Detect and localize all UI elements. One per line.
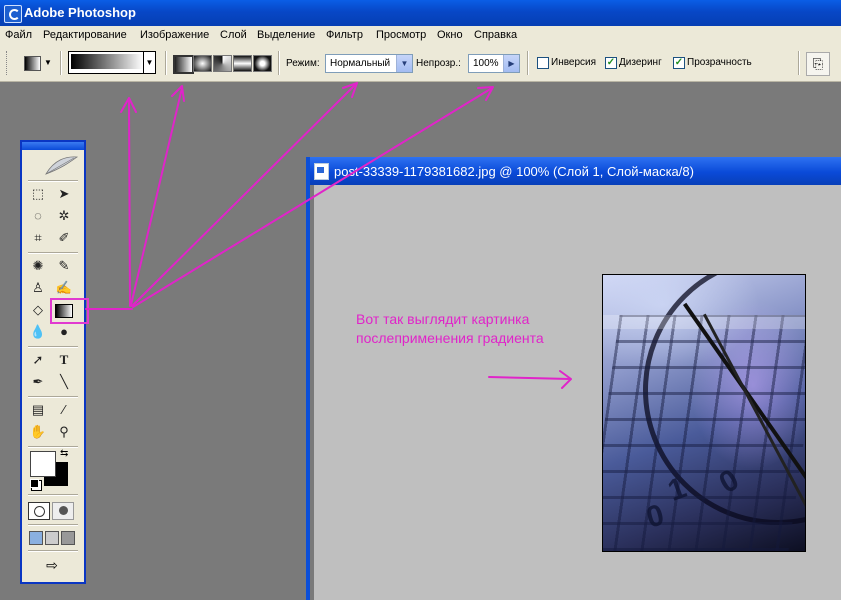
chevron-down-icon[interactable]: ▼ <box>396 55 412 72</box>
linear-gradient-button[interactable] <box>173 55 194 74</box>
document-title: post-33339-1179381682.jpg @ 100% (Слой 1… <box>334 164 694 179</box>
history-brush-tool-icon[interactable]: ✍ <box>54 278 74 298</box>
full-screen-menu-mode-icon[interactable] <box>45 531 59 545</box>
separator <box>60 51 61 75</box>
magic-wand-tool-icon[interactable]: ✲ <box>54 206 74 226</box>
type-tool-icon[interactable]: T <box>54 350 74 370</box>
opacity-label: Непрозр.: <box>416 58 461 69</box>
menu-filter[interactable]: Фильтр <box>326 29 363 41</box>
app-title: Adobe Photoshop <box>24 5 136 20</box>
zoom-tool-icon[interactable]: ⚲ <box>54 422 74 442</box>
separator <box>28 446 78 447</box>
notes-tool-icon[interactable]: ▤ <box>28 400 48 420</box>
menu-select[interactable]: Выделение <box>257 29 315 41</box>
default-colors-icon[interactable] <box>30 479 39 488</box>
jump-to-imageready-icon[interactable]: ⇨ <box>30 556 74 574</box>
opacity-field[interactable]: 100% ▶ <box>468 54 520 73</box>
document-icon <box>314 163 329 180</box>
separator <box>798 51 799 75</box>
eyedropper-tool-icon[interactable]: ⁄ <box>54 400 74 420</box>
crop-tool-icon[interactable]: ⌗ <box>28 228 48 248</box>
gradient-picker[interactable]: ▼ <box>68 51 156 74</box>
tool-preset-picker[interactable] <box>24 56 41 71</box>
palette-well-icon[interactable]: ⎘ <box>806 52 830 76</box>
menu-layer[interactable]: Слой <box>220 29 247 41</box>
app-title-bar: Adobe Photoshop <box>0 0 841 26</box>
dither-checkbox[interactable]: ✓ <box>605 57 617 69</box>
menu-help[interactable]: Справка <box>474 29 517 41</box>
annotation-text: Вот так выглядит картинка послеприменени… <box>356 310 544 348</box>
standard-mode-button[interactable] <box>28 502 50 520</box>
arrow-to-preset-picker <box>120 97 137 307</box>
reverse-checkbox[interactable] <box>537 57 549 69</box>
marquee-tool-icon[interactable]: ⬚ <box>28 184 48 204</box>
document-title-bar[interactable]: post-33339-1179381682.jpg @ 100% (Слой 1… <box>310 157 841 185</box>
full-screen-mode-icon[interactable] <box>61 531 75 545</box>
reverse-label: Инверсия <box>551 57 597 68</box>
angle-gradient-button[interactable] <box>213 55 232 72</box>
pen-tool-icon[interactable]: ✒ <box>28 372 48 392</box>
menu-window[interactable]: Окно <box>437 29 463 41</box>
lasso-tool-icon[interactable]: ◌ <box>28 206 48 226</box>
toolbox-header[interactable] <box>22 142 84 150</box>
path-selection-tool-icon[interactable]: ➚ <box>28 350 48 370</box>
transparency-label: Прозрачность <box>687 57 752 68</box>
healing-brush-tool-icon[interactable]: ✺ <box>28 256 48 276</box>
mode-select[interactable]: Нормальный ▼ <box>325 54 413 73</box>
clone-stamp-tool-icon[interactable]: ♙ <box>28 278 48 298</box>
separator <box>28 180 78 181</box>
arrow-to-gradient-editor <box>130 85 185 306</box>
menu-edit[interactable]: Редактирование <box>43 29 127 41</box>
hand-tool-icon[interactable]: ✋ <box>28 422 48 442</box>
chevron-right-icon[interactable]: ▶ <box>503 55 519 72</box>
standard-screen-mode-icon[interactable] <box>29 531 43 545</box>
toolbox-panel: ⬚ ➤ ◌ ✲ ⌗ ✐ ✺ ✎ ♙ ✍ ◇ 💧 ● ➚ T ✒ ╲ ▤ ⁄ ✋ … <box>20 140 86 584</box>
line-tool-icon[interactable]: ╲ <box>54 372 74 392</box>
mode-value: Нормальный <box>330 58 391 69</box>
move-tool-icon[interactable]: ➤ <box>54 184 74 204</box>
gradient-preview <box>71 54 143 69</box>
dither-label: Дизеринг <box>619 57 662 68</box>
separator <box>165 51 166 75</box>
photoshop-app-icon <box>4 5 22 23</box>
separator <box>28 494 78 495</box>
preset-dropdown-icon[interactable]: ▼ <box>44 58 52 67</box>
swap-colors-icon[interactable]: ⇆ <box>60 448 68 459</box>
radial-gradient-button[interactable] <box>193 55 212 72</box>
separator <box>28 550 78 551</box>
foreground-color-swatch[interactable] <box>30 451 56 477</box>
opacity-value: 100% <box>473 58 499 69</box>
blur-tool-icon[interactable]: 💧 <box>28 322 48 342</box>
separator <box>28 346 78 347</box>
eraser-tool-icon[interactable]: ◇ <box>28 300 48 320</box>
separator <box>28 396 78 397</box>
separator <box>28 524 78 525</box>
annotation-line: Вот так выглядит картинка <box>356 311 530 327</box>
reflected-gradient-button[interactable] <box>233 55 252 72</box>
slice-tool-icon[interactable]: ✐ <box>54 228 74 248</box>
menu-view[interactable]: Просмотр <box>376 29 426 41</box>
mode-label: Режим: <box>286 58 320 69</box>
annotation-line: послеприменения градиента <box>356 330 544 346</box>
quick-mask-mode-button[interactable] <box>52 502 74 520</box>
options-bar: ▼ ▼ Режим: Нормальный ▼ Непрозр.: 100% ▶… <box>0 45 841 82</box>
brush-tool-icon[interactable]: ✎ <box>54 256 74 276</box>
gradient-tool-highlight <box>50 298 89 324</box>
menu-file[interactable]: Файл <box>5 29 32 41</box>
dodge-tool-icon[interactable]: ● <box>54 322 74 342</box>
menu-bar: Файл Редактирование Изображение Слой Выд… <box>0 26 841 46</box>
gradient-result-image: 0 1 0 <box>602 274 806 552</box>
separator <box>28 252 78 253</box>
menu-image[interactable]: Изображение <box>140 29 209 41</box>
separator <box>527 51 528 75</box>
options-bar-grip[interactable] <box>6 51 9 75</box>
separator <box>278 51 279 75</box>
transparency-checkbox[interactable]: ✓ <box>673 57 685 69</box>
diamond-gradient-button[interactable] <box>253 55 272 72</box>
feather-logo-icon[interactable] <box>44 154 78 176</box>
gradient-dropdown-icon[interactable]: ▼ <box>143 52 155 73</box>
